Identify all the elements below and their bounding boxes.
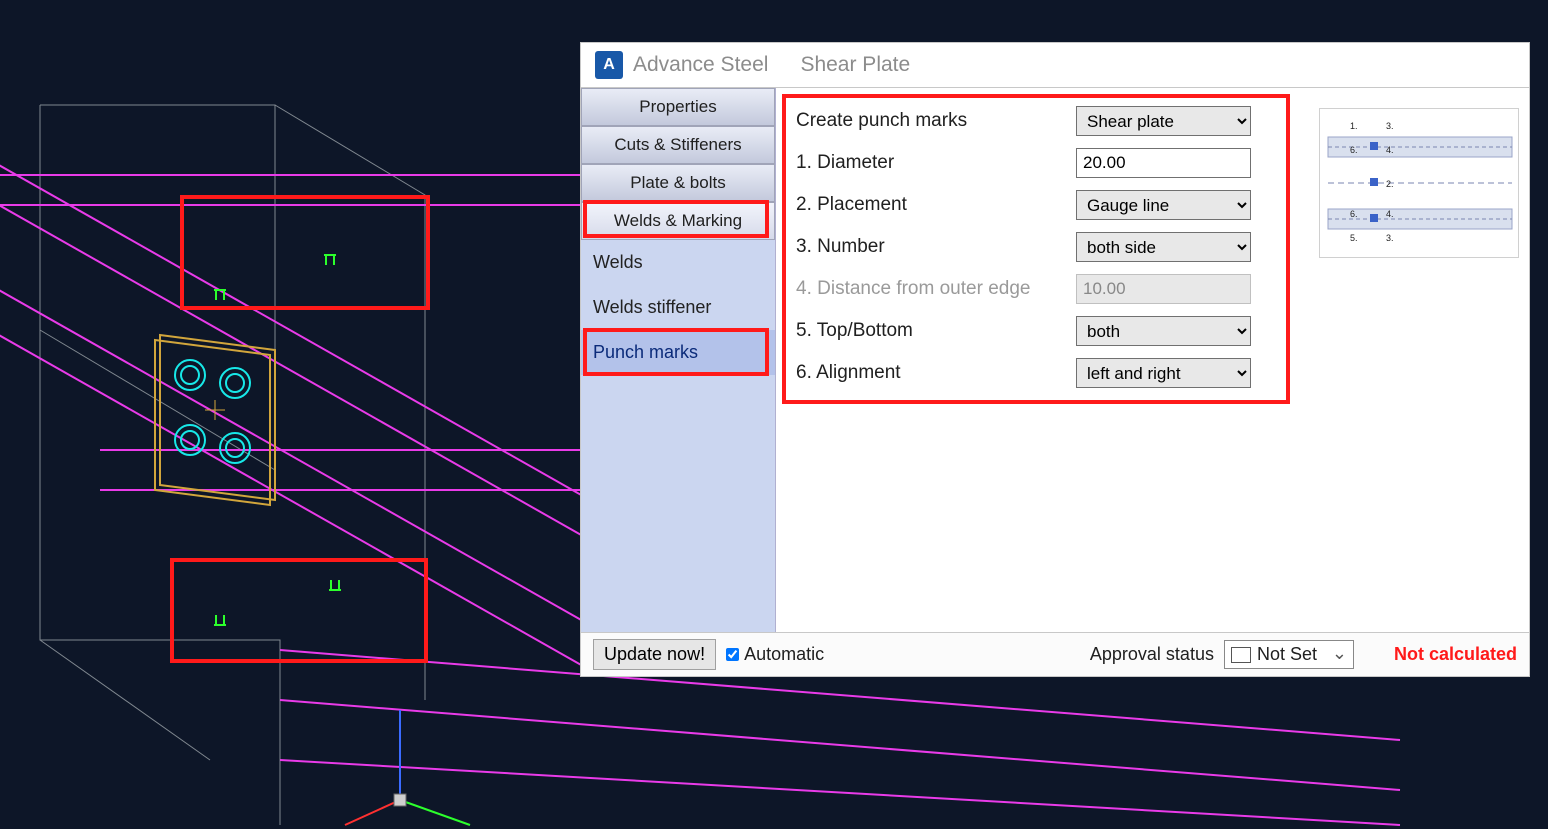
svg-text:2.: 2.: [1386, 179, 1394, 189]
sidebar-item-welds-stiffener[interactable]: Welds stiffener: [581, 285, 775, 330]
approval-status-dropdown[interactable]: Not Set: [1224, 640, 1354, 669]
shear-plate-dialog: A Advance Steel Shear Plate Properties C…: [580, 42, 1530, 677]
status-swatch: [1231, 647, 1251, 663]
label-distance: 4. Distance from outer edge: [796, 278, 1076, 300]
select-create-punch-marks[interactable]: Shear plate: [1076, 106, 1251, 136]
automatic-checkbox-label[interactable]: Automatic: [726, 644, 824, 665]
app-name: Advance Steel: [633, 53, 768, 77]
select-placement[interactable]: Gauge line: [1076, 190, 1251, 220]
tab-plate-bolts[interactable]: Plate & bolts: [581, 164, 775, 202]
svg-text:6.: 6.: [1350, 145, 1358, 155]
approval-status-label: Approval status: [1090, 644, 1214, 665]
select-top-bottom[interactable]: both: [1076, 316, 1251, 346]
svg-text:3.: 3.: [1386, 233, 1394, 243]
calc-status: Not calculated: [1394, 644, 1517, 665]
tab-welds-marking[interactable]: Welds & Marking: [581, 202, 775, 240]
automatic-checkbox[interactable]: [726, 648, 739, 661]
automatic-text: Automatic: [744, 644, 824, 665]
svg-text:5.: 5.: [1350, 233, 1358, 243]
preview-diagram: 1. 3. 6. 4. 2. 6. 4. 5. 3.: [1319, 108, 1519, 258]
select-number[interactable]: both side: [1076, 232, 1251, 262]
sidebar: Properties Cuts & Stiffeners Plate & bol…: [581, 88, 776, 632]
highlight-box-bottom: [170, 558, 428, 663]
doc-name: Shear Plate: [800, 53, 910, 77]
sidebar-item-punch-marks[interactable]: Punch marks: [581, 330, 775, 375]
approval-status-value: Not Set: [1257, 644, 1317, 665]
label-diameter: 1. Diameter: [796, 152, 1076, 174]
tab-cuts-stiffeners[interactable]: Cuts & Stiffeners: [581, 126, 775, 164]
svg-text:1.: 1.: [1350, 121, 1358, 131]
dialog-titlebar[interactable]: A Advance Steel Shear Plate: [581, 43, 1529, 87]
svg-text:3.: 3.: [1386, 121, 1394, 131]
svg-text:6.: 6.: [1350, 209, 1358, 219]
main-panel: Create punch marks Shear plate 1. Diamet…: [776, 88, 1529, 632]
label-number: 3. Number: [796, 236, 1076, 258]
app-icon: A: [595, 51, 623, 79]
select-alignment[interactable]: left and right: [1076, 358, 1251, 388]
input-diameter[interactable]: [1076, 148, 1251, 178]
sidebar-item-welds[interactable]: Welds: [581, 240, 775, 285]
svg-text:4.: 4.: [1386, 209, 1394, 219]
highlight-box-top: [180, 195, 430, 310]
label-create-punch-marks: Create punch marks: [796, 110, 1076, 132]
dialog-footer: Update now! Automatic Approval status No…: [581, 632, 1529, 676]
update-now-button[interactable]: Update now!: [593, 639, 716, 670]
input-distance: [1076, 274, 1251, 304]
label-top-bottom: 5. Top/Bottom: [796, 320, 1076, 342]
label-alignment: 6. Alignment: [796, 362, 1076, 384]
svg-text:4.: 4.: [1386, 145, 1394, 155]
tab-properties[interactable]: Properties: [581, 88, 775, 126]
label-placement: 2. Placement: [796, 194, 1076, 216]
